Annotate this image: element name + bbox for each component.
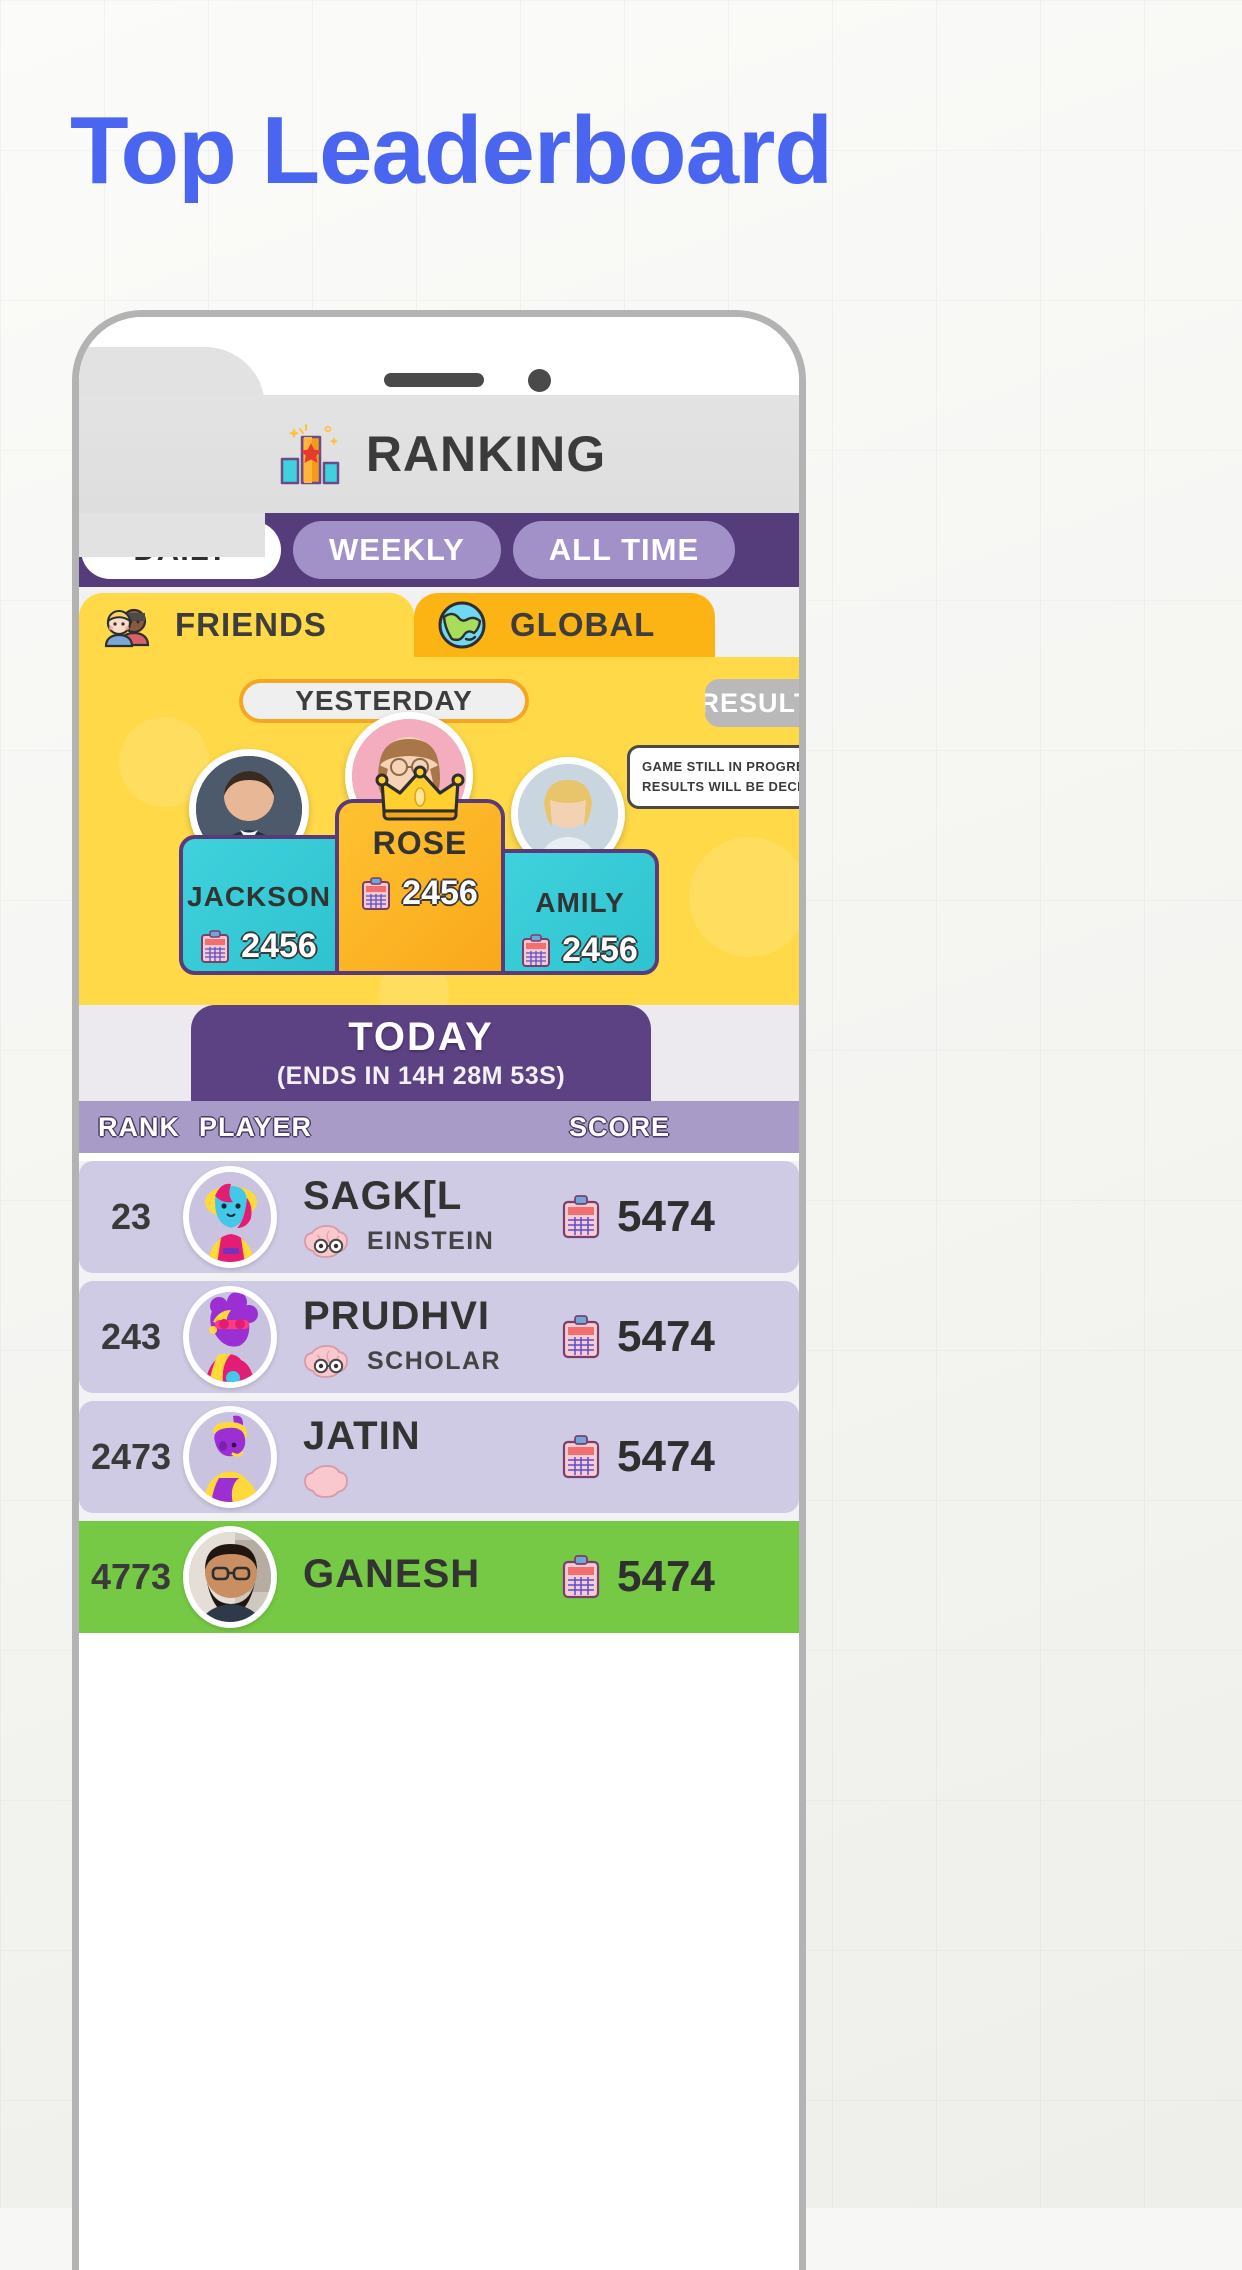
today-countdown: (ENDS IN 14H 28M 53S) [276,1062,566,1090]
results-button[interactable]: RESULTS [705,679,799,727]
row-score-wrap: 5474 [562,1192,799,1242]
brain-icon [303,1463,353,1499]
row-badge: SCHOLAR [303,1343,563,1379]
row-player-name: PRUDHVI [303,1294,491,1338]
row-rank: 4773 [90,1556,172,1597]
row-score-wrap: 5474 [562,1552,799,1602]
table-row[interactable]: 23 SAGK[L EINSTEIN 5474 [79,1161,799,1273]
score-icon [562,1195,600,1239]
row-player-name: SAGK[L [303,1174,463,1218]
row-score: 5474 [617,1192,715,1241]
podium-card-first[interactable]: ROSE 2456 [335,765,505,975]
tab-global[interactable]: GLOBAL [414,593,716,657]
podium-score: 2456 [402,874,478,912]
tab-weekly[interactable]: WEEKLY [293,521,501,579]
score-icon [562,1435,600,1479]
row-player-info: SAGK[L EINSTEIN [277,1175,563,1259]
row-rank: 2473 [90,1436,172,1477]
avatar [183,1166,277,1268]
row-player-info: JATIN [277,1415,563,1499]
scope-tab-bar: FRIENDS GLOBAL [79,587,799,657]
tab-friends-label: FRIENDS [175,606,327,643]
results-label: RESULTS [705,687,799,718]
row-player-info: GANESH [277,1553,563,1601]
podium-name: ROSE [372,825,468,861]
results-tooltip: GAME STILL IN PROGRESS IN SOME C RESULTS… [627,745,799,810]
score-icon [562,1315,600,1359]
avatar [183,1286,277,1388]
score-icon [201,929,230,963]
score-icon [362,876,391,910]
app-header: RANKING [79,395,799,513]
row-score-wrap: 5474 [562,1312,799,1362]
table-row[interactable]: 2473 JATIN 5474 [79,1401,799,1513]
avatar [183,1406,277,1508]
brain-icon [303,1223,353,1259]
table-row[interactable]: 4773 GANESH 5474 [79,1521,799,1633]
podium-icon [272,423,348,485]
leaderboard-list: 23 SAGK[L EINSTEIN 5474 243 PRUDHVI SCHO… [79,1161,799,1633]
row-score-wrap: 5474 [562,1432,799,1482]
table-header-row: RANK PLAYER SCORE [79,1101,799,1153]
row-badge: EINSTEIN [303,1223,563,1259]
brain-icon [303,1343,353,1379]
podium-name: JACKSON [187,881,331,912]
phone-screen: RANKING DAILY WEEKLY ALL TIME [79,317,799,2270]
today-banner-wrap: TODAY (ENDS IN 14H 28M 53S) [79,1005,799,1101]
app-title: RANKING [365,426,607,482]
crown-icon [375,765,465,821]
podium-panel: YESTERDAY RESULTS GAME STILL IN PROGRESS… [79,657,799,1005]
decor-blob [689,837,799,957]
row-player-name: GANESH [303,1552,481,1596]
tab-all-time-label: ALL TIME [548,532,700,567]
row-badge-label: SCHOLAR [367,1346,502,1375]
row-score: 5474 [617,1552,715,1601]
tooltip-line-2: RESULTS WILL BE DECLARED [642,779,799,795]
yesterday-label: YESTERDAY [295,685,473,716]
camera-icon [528,369,551,392]
podium-name: AMILY [535,887,625,918]
row-rank: 23 [110,1196,152,1237]
podium-score: 2456 [241,927,317,965]
row-player-info: PRUDHVI SCHOLAR [277,1295,563,1379]
today-label: TODAY [348,1015,494,1059]
column-header-score: SCORE [569,1111,671,1142]
row-rank: 243 [100,1316,162,1357]
phone-status-bar [79,317,799,557]
row-badge-label: EINSTEIN [367,1226,495,1255]
score-icon [522,933,551,967]
podium-score: 2456 [562,931,638,969]
tab-friends[interactable]: FRIENDS [79,593,414,657]
table-row[interactable]: 243 PRUDHVI SCHOLAR 5474 [79,1281,799,1393]
friends-icon [101,599,153,651]
score-icon [562,1555,600,1599]
column-header-player: PLAYER [199,1111,313,1142]
row-badge [303,1463,563,1499]
podium-card-second[interactable]: JACKSON 2456 [179,835,339,975]
row-score: 5474 [617,1312,715,1361]
tab-global-label: GLOBAL [510,606,656,643]
speaker-icon [384,373,484,387]
tooltip-line-1: GAME STILL IN PROGRESS IN SOME C [642,759,799,774]
page-title: Top Leaderboard [70,97,833,204]
column-header-rank: RANK [98,1111,180,1142]
tab-weekly-label: WEEKLY [329,532,465,567]
tab-all-time[interactable]: ALL TIME [512,521,736,579]
globe-icon [436,599,488,651]
row-score: 5474 [617,1432,715,1481]
phone-mockup: RANKING DAILY WEEKLY ALL TIME [72,310,806,2270]
row-player-name: JATIN [303,1414,421,1458]
today-banner: TODAY (ENDS IN 14H 28M 53S) [191,1005,651,1101]
avatar [183,1526,277,1628]
podium-card-third[interactable]: AMILY 2456 [501,849,659,975]
